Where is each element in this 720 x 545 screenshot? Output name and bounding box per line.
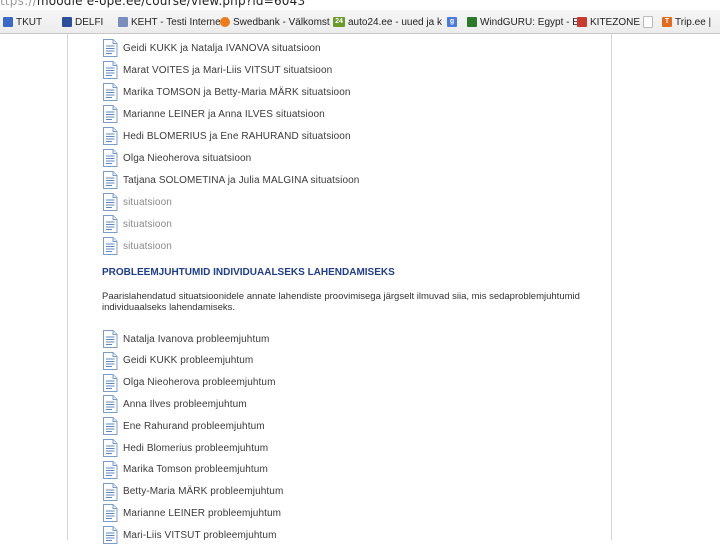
situation-link[interactable]: Olga Nieoherova situatsioon [102, 148, 251, 168]
situation-label: Marika TOMSON ja Betty-Maria MÄRK situat… [123, 86, 351, 98]
bookmark-tkut[interactable]: TKUT [3, 16, 42, 28]
bookmark-windguru[interactable]: WindGURU: Egypt - E [467, 16, 579, 28]
address-url[interactable]: ttps://moodle e-ope.ee/course/view.php?i… [0, 0, 306, 8]
bookmark-label: Swedbank - Välkomst [233, 16, 330, 28]
situation-label: situatsioon [123, 240, 172, 252]
bookmark-delfi[interactable]: DELFI [62, 16, 103, 28]
document-icon [103, 127, 118, 145]
document-icon [103, 417, 118, 436]
situation-label: Marat VOITES ja Mari-Liis VITSUT situats… [123, 64, 333, 76]
bookmark-label: KEHT - Testi Internetti [131, 16, 229, 28]
situation-link[interactable]: Marianne LEINER ja Anna ILVES situatsioo… [102, 104, 325, 124]
case-link[interactable]: Marika Tomson probleemjuhtum [102, 460, 268, 480]
case-link[interactable]: Hedi Blomerius probleemjuhtum [102, 438, 268, 458]
bookmark-auto24[interactable]: 24 auto24.ee - uued ja k [333, 16, 442, 28]
bookmark-google[interactable]: g [447, 16, 460, 28]
kitezone-icon [577, 17, 587, 27]
bookmark-swedbank[interactable]: Swedbank - Välkomst [220, 16, 330, 28]
document-icon [103, 330, 118, 348]
auto24-icon: 24 [333, 17, 345, 27]
bookmark-page[interactable] [643, 16, 656, 28]
case-label: Mari-Liis VITSUT probleemjuhtum [123, 529, 277, 541]
bookmark-label: KITEZONE [590, 16, 641, 28]
document-icon [103, 526, 118, 545]
windguru-icon [467, 17, 477, 27]
situation-link[interactable]: Geidi KUKK ja Natalja IVANOVA situatsioo… [102, 38, 321, 58]
situation-link[interactable]: situatsioon [102, 192, 172, 212]
bookmarks-bar: TKUT DELFI KEHT - Testi Internetti Swedb… [0, 10, 720, 34]
document-icon [103, 439, 118, 457]
document-icon [103, 504, 118, 523]
situation-label: Olga Nieoherova situatsioon [123, 152, 252, 164]
case-link[interactable]: Betty-Maria MÄRK probleemjuhtum [102, 482, 283, 502]
situation-label: situatsioon [123, 218, 172, 230]
address-path: moodle e-ope.ee/course/view.php?id=6043 [36, 0, 306, 8]
case-link[interactable]: Geidi KUKK probleemjuhtum [102, 351, 253, 371]
case-label: Marika Tomson probleemjuhtum [123, 464, 268, 476]
tripee-icon: T [662, 17, 672, 27]
situation-link[interactable]: situatsioon [102, 236, 172, 256]
document-icon [103, 39, 118, 57]
document-icon [103, 395, 118, 414]
document-icon [103, 171, 118, 189]
situation-link[interactable]: situatsioon [102, 214, 172, 234]
bookmark-keht[interactable]: KEHT - Testi Internetti [118, 16, 228, 28]
document-icon [103, 105, 118, 123]
section-description: Paarislahendatud situatsioonidele annate… [102, 291, 580, 313]
page-border-left [67, 34, 68, 540]
document-icon [103, 61, 118, 79]
bookmark-label: Trip.ee | [675, 16, 712, 28]
document-icon [103, 149, 118, 167]
page-border-right [611, 34, 612, 540]
situation-label: Hedi BLOMERIUS ja Ene RAHURAND situatsio… [123, 130, 351, 142]
case-link[interactable]: Marianne LEINER probleemjuhtum [102, 503, 281, 523]
case-label: Natalja Ivanova probleemjuhtum [123, 333, 270, 345]
situation-link[interactable]: Hedi BLOMERIUS ja Ene RAHURAND situatsio… [102, 126, 351, 146]
section-heading: PROBLEEMJUHTUMID INDIVIDUAALSEKS LAHENDA… [102, 267, 395, 278]
bookmark-label: auto24.ee - uued ja k [348, 16, 442, 28]
bookmark-label: TKUT [16, 16, 43, 28]
bookmark-label: DELFI [75, 16, 104, 28]
situation-link[interactable]: Marat VOITES ja Mari-Liis VITSUT situats… [102, 60, 332, 80]
situation-label: Tatjana SOLOMETINA ja Julia MALGINA situ… [123, 174, 360, 186]
bookmark-tripee[interactable]: T Trip.ee | [662, 16, 711, 28]
case-link[interactable]: Olga Nieoherova probleemjuhtum [102, 373, 276, 393]
case-label: Ene Rahurand probleemjuhtum [123, 420, 265, 432]
google-icon: g [447, 17, 457, 27]
document-icon [103, 373, 118, 392]
document-icon [103, 460, 118, 479]
case-label: Olga Nieoherova probleemjuhtum [123, 377, 276, 389]
document-icon [103, 215, 118, 233]
keht-icon [118, 17, 128, 27]
situation-link[interactable]: Marika TOMSON ja Betty-Maria MÄRK situat… [102, 82, 351, 102]
document-icon [103, 482, 118, 501]
situation-label: Marianne LEINER ja Anna ILVES situatsioo… [123, 108, 325, 120]
address-bar[interactable]: ttps://moodle e-ope.ee/course/view.php?i… [0, 0, 720, 10]
swedbank-icon [220, 17, 230, 27]
case-link[interactable]: Ene Rahurand probleemjuhtum [102, 416, 265, 436]
document-icon [103, 237, 118, 255]
page-icon [643, 16, 653, 28]
situation-label: situatsioon [123, 196, 172, 208]
case-link[interactable]: Anna Ilves probleemjuhtum [102, 394, 247, 414]
case-label: Geidi KUKK probleemjuhtum [123, 355, 254, 367]
document-icon [103, 83, 118, 101]
case-label: Anna Ilves probleemjuhtum [123, 398, 247, 410]
bookmark-label: WindGURU: Egypt - E [480, 16, 579, 28]
case-link[interactable]: Natalja Ivanova probleemjuhtum [102, 329, 269, 349]
case-label: Hedi Blomerius probleemjuhtum [123, 442, 269, 454]
document-icon [103, 351, 118, 370]
document-icon [103, 193, 118, 211]
address-protocol: ttps:// [0, 0, 37, 8]
situation-link[interactable]: Tatjana SOLOMETINA ja Julia MALGINA situ… [102, 170, 359, 190]
case-link[interactable]: Mari-Liis VITSUT probleemjuhtum [102, 525, 277, 545]
delfi-icon [62, 17, 72, 27]
case-label: Betty-Maria MÄRK probleemjuhtum [123, 486, 284, 498]
case-label: Marianne LEINER probleemjuhtum [123, 507, 282, 519]
tkut-icon [3, 17, 13, 27]
situation-label: Geidi KUKK ja Natalja IVANOVA situatsioo… [123, 42, 321, 54]
bookmark-kitezone[interactable]: KITEZONE [577, 16, 640, 28]
